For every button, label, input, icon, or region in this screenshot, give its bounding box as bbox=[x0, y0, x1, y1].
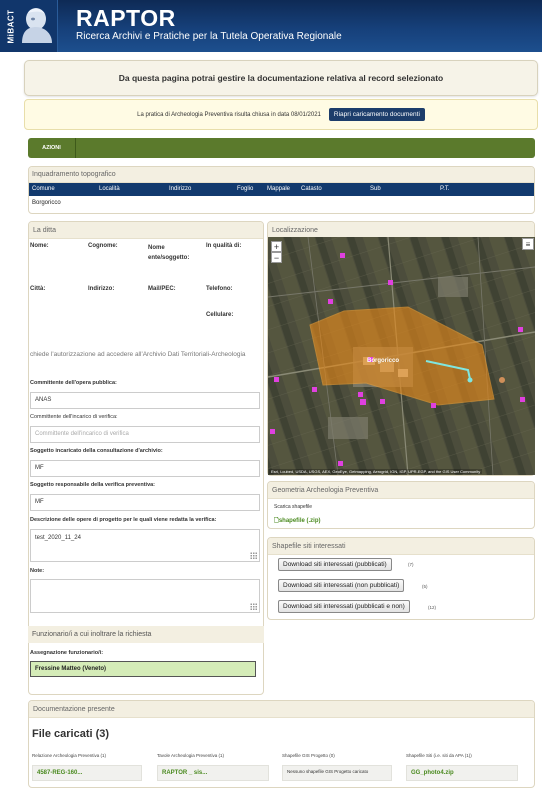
shapefile-title: Shapefile siti interessati bbox=[268, 538, 534, 555]
relazione-file-link[interactable]: 4587-REG-160... bbox=[32, 765, 142, 781]
published-count: (7) bbox=[408, 562, 414, 567]
committente-incarico-input[interactable]: Committente dell'incarico di verifica bbox=[30, 426, 260, 443]
assegnazione-label: Assegnazione funzionario/i: bbox=[30, 650, 104, 656]
actions-bar: AZIONI bbox=[28, 138, 535, 158]
col-sub: Sub bbox=[370, 186, 381, 192]
app-subtitle: Ricerca Archivi e Pratiche per la Tutela… bbox=[76, 31, 342, 42]
col-foglio: Foglio bbox=[237, 186, 254, 192]
scarica-label: Scarica shapefile bbox=[274, 504, 313, 510]
table-row: Borgoricco bbox=[29, 196, 534, 210]
shapefile-link-text: shapefile (.zip) bbox=[278, 518, 321, 524]
col-pt: P.T. bbox=[440, 186, 450, 192]
shapefile-download-link[interactable]: 🗋shapefile (.zip) bbox=[274, 516, 321, 526]
relazione-label: Relazione Archeologia Preventiva (1) bbox=[32, 753, 107, 758]
col-comune: Comune bbox=[32, 186, 55, 192]
mibact-logo[interactable]: MiBACT bbox=[0, 0, 58, 52]
download-published-button[interactable]: Download siti interessati (pubblicati) bbox=[278, 558, 392, 571]
app-title: RAPTOR bbox=[76, 5, 176, 31]
cellulare-label: Cellulare: bbox=[206, 312, 234, 318]
indirizzo-label: Indirizzo: bbox=[88, 286, 115, 292]
app-header: MiBACT RAPTOR Ricerca Archivi e Pratiche… bbox=[0, 0, 542, 52]
unpublished-count: (5) bbox=[422, 584, 428, 589]
shapefile-siti-label: Shapefile Siti (i.e. siti da APA (1)) bbox=[406, 753, 472, 758]
map-imagery bbox=[268, 237, 535, 475]
resize-grip-icon[interactable] bbox=[250, 603, 257, 610]
nome-label: Nome: bbox=[30, 243, 49, 249]
tavole-label: Tavole Archeologia Preventiva (1) bbox=[157, 753, 225, 758]
cell-comune: Borgoricco bbox=[32, 200, 61, 206]
map-attribution: Esri, i-cubed, USDA, USGS, AEX, GeoEye, … bbox=[269, 469, 483, 474]
citta-label: Città: bbox=[30, 286, 46, 292]
documentazione-title: Documentazione presente bbox=[29, 701, 534, 718]
funzionari-title: Funzionario/i a cui inoltrare la richies… bbox=[28, 626, 264, 643]
file-caricati-title: File caricati (3) bbox=[32, 728, 110, 740]
zoom-out-button[interactable]: − bbox=[271, 252, 282, 263]
map-place-label: Borgoricco bbox=[367, 358, 400, 364]
reopen-upload-button[interactable]: Riapri caricamento documenti bbox=[328, 108, 425, 121]
satellite-map[interactable]: + − ≡ Borgoricco Esri, i-cubed, USDA, US… bbox=[268, 237, 535, 475]
mibact-logo-text: MiBACT bbox=[6, 9, 16, 44]
inquadramento-panel: Inquadramento topografico Comune Localit… bbox=[28, 166, 535, 214]
localizzazione-title: Localizzazione bbox=[268, 222, 534, 238]
download-all-button[interactable]: Download siti interessati (pubblicati e … bbox=[278, 600, 410, 613]
inquadramento-title: Inquadramento topografico bbox=[29, 167, 534, 183]
col-localita: Località bbox=[99, 186, 120, 192]
download-unpublished-button[interactable]: Download siti interessati (non pubblicat… bbox=[278, 579, 405, 592]
committente-opera-label: Committente dell'opera pubblica: bbox=[30, 380, 117, 386]
note-textarea[interactable] bbox=[30, 579, 260, 613]
telefono-label: Telefono: bbox=[206, 286, 233, 292]
shapefile-siti-file-link[interactable]: GG_photo4.zip bbox=[406, 765, 518, 781]
closed-notice-text: La pratica di Archeologia Preventiva ris… bbox=[137, 111, 321, 118]
resize-grip-icon[interactable] bbox=[250, 552, 257, 559]
inquadramento-header-row: Comune Località Indirizzo Foglio Mappale… bbox=[29, 183, 534, 196]
actions-button[interactable]: AZIONI bbox=[28, 138, 76, 158]
cognome-label: Cognome: bbox=[88, 243, 118, 249]
qualita-label: In qualità di: bbox=[206, 243, 242, 249]
ditta-title: La ditta bbox=[29, 222, 263, 239]
info-banner: Da questa pagina potrai gestire la docum… bbox=[24, 60, 538, 96]
committente-opera-input[interactable]: ANAS bbox=[30, 392, 260, 409]
shapefile-gis-value: Nessuno shapefile GIS Progetto caricato bbox=[282, 765, 392, 781]
bust-icon bbox=[22, 8, 52, 43]
committente-incarico-label: Committente dell'incarico di verifica: bbox=[30, 414, 118, 420]
descrizione-textarea[interactable]: test_2020_11_24 bbox=[30, 529, 260, 562]
col-mappale: Mappale bbox=[267, 186, 291, 192]
soggetto-verifica-input[interactable]: MF bbox=[30, 494, 260, 511]
soggetto-verifica-label: Soggetto responsabile della verifica pre… bbox=[30, 482, 156, 488]
ditta-panel: La ditta bbox=[28, 221, 264, 695]
soggetto-consultazione-label: Soggetto incaricato della consultazione … bbox=[30, 448, 163, 454]
col-catasto: Catasto bbox=[301, 186, 322, 192]
soggetto-consultazione-input[interactable]: MF bbox=[30, 460, 260, 477]
layer-menu-icon[interactable]: ≡ bbox=[522, 238, 534, 250]
request-note: chiede l'autorizzazione ad accedere all'… bbox=[30, 351, 246, 358]
tavole-file-link[interactable]: RAPTOR _ sis... bbox=[157, 765, 269, 781]
nome-ente-label: Nome ente/soggetto: bbox=[148, 245, 190, 261]
zoom-in-button[interactable]: + bbox=[271, 241, 282, 252]
geometria-title: Geometria Archeologia Preventiva bbox=[268, 482, 534, 499]
col-indirizzo: Indirizzo bbox=[169, 186, 192, 192]
descrizione-label: Descrizione delle opere di progetto per … bbox=[30, 517, 217, 523]
note-label: Note: bbox=[30, 568, 45, 574]
shapefile-gis-label: Shapefile GIS Progetto (0) bbox=[282, 753, 335, 758]
assegnazione-value[interactable]: Fressine Matteo (Veneto) bbox=[30, 661, 256, 677]
descrizione-value: test_2020_11_24 bbox=[35, 535, 81, 541]
all-count: (12) bbox=[428, 605, 437, 610]
closed-notice: La pratica di Archeologia Preventiva ris… bbox=[24, 99, 538, 130]
mail-label: Mail/PEC: bbox=[148, 286, 176, 292]
